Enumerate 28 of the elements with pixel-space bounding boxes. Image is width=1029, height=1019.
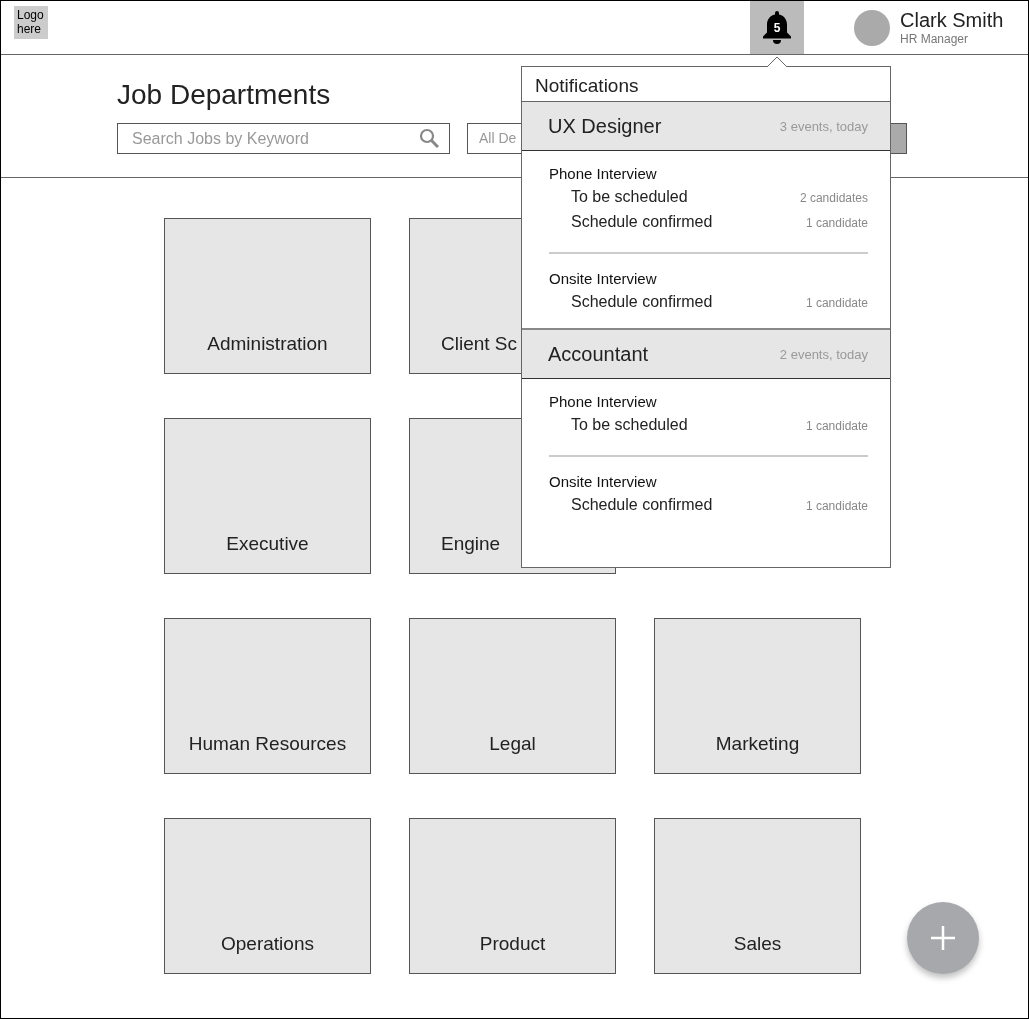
avatar — [854, 9, 890, 46]
candidate-count: 1 candidate — [805, 296, 868, 310]
notifications-button[interactable]: 5 — [750, 1, 804, 54]
search-icon — [419, 128, 439, 148]
user-name: Clark Smith — [900, 9, 1004, 32]
logo: Logo here — [14, 6, 48, 39]
plus-icon — [930, 925, 956, 951]
department-tile[interactable]: Product — [409, 818, 616, 974]
department-tile[interactable]: Human Resources — [164, 618, 371, 774]
interview-type: Phone Interview — [549, 165, 658, 182]
job-header[interactable]: Accountant 2 events, today — [522, 328, 890, 379]
candidate-count: 1 candidate — [805, 419, 868, 433]
candidate-count: 1 candidate — [805, 216, 868, 230]
interview-type: Phone Interview — [549, 393, 658, 410]
department-tile[interactable]: Executive — [164, 418, 371, 574]
department-tile[interactable]: Operations — [164, 818, 371, 974]
page-title: Job Departments — [117, 79, 331, 112]
candidate-count: 1 candidate — [805, 499, 868, 513]
department-tile[interactable]: Legal — [409, 618, 616, 774]
search-field[interactable]: Search Jobs by Keyword — [117, 123, 450, 154]
department-tile[interactable]: Sales — [654, 818, 861, 974]
bell-icon — [762, 9, 792, 46]
user-role: HR Manager — [900, 32, 970, 46]
department-tile[interactable]: Administration — [164, 218, 371, 374]
candidate-count: 2 candidates — [799, 191, 868, 205]
job-header[interactable]: UX Designer 3 events, today — [522, 102, 890, 151]
department-tile[interactable]: Marketing — [654, 618, 861, 774]
interview-status: To be scheduled — [571, 188, 688, 206]
